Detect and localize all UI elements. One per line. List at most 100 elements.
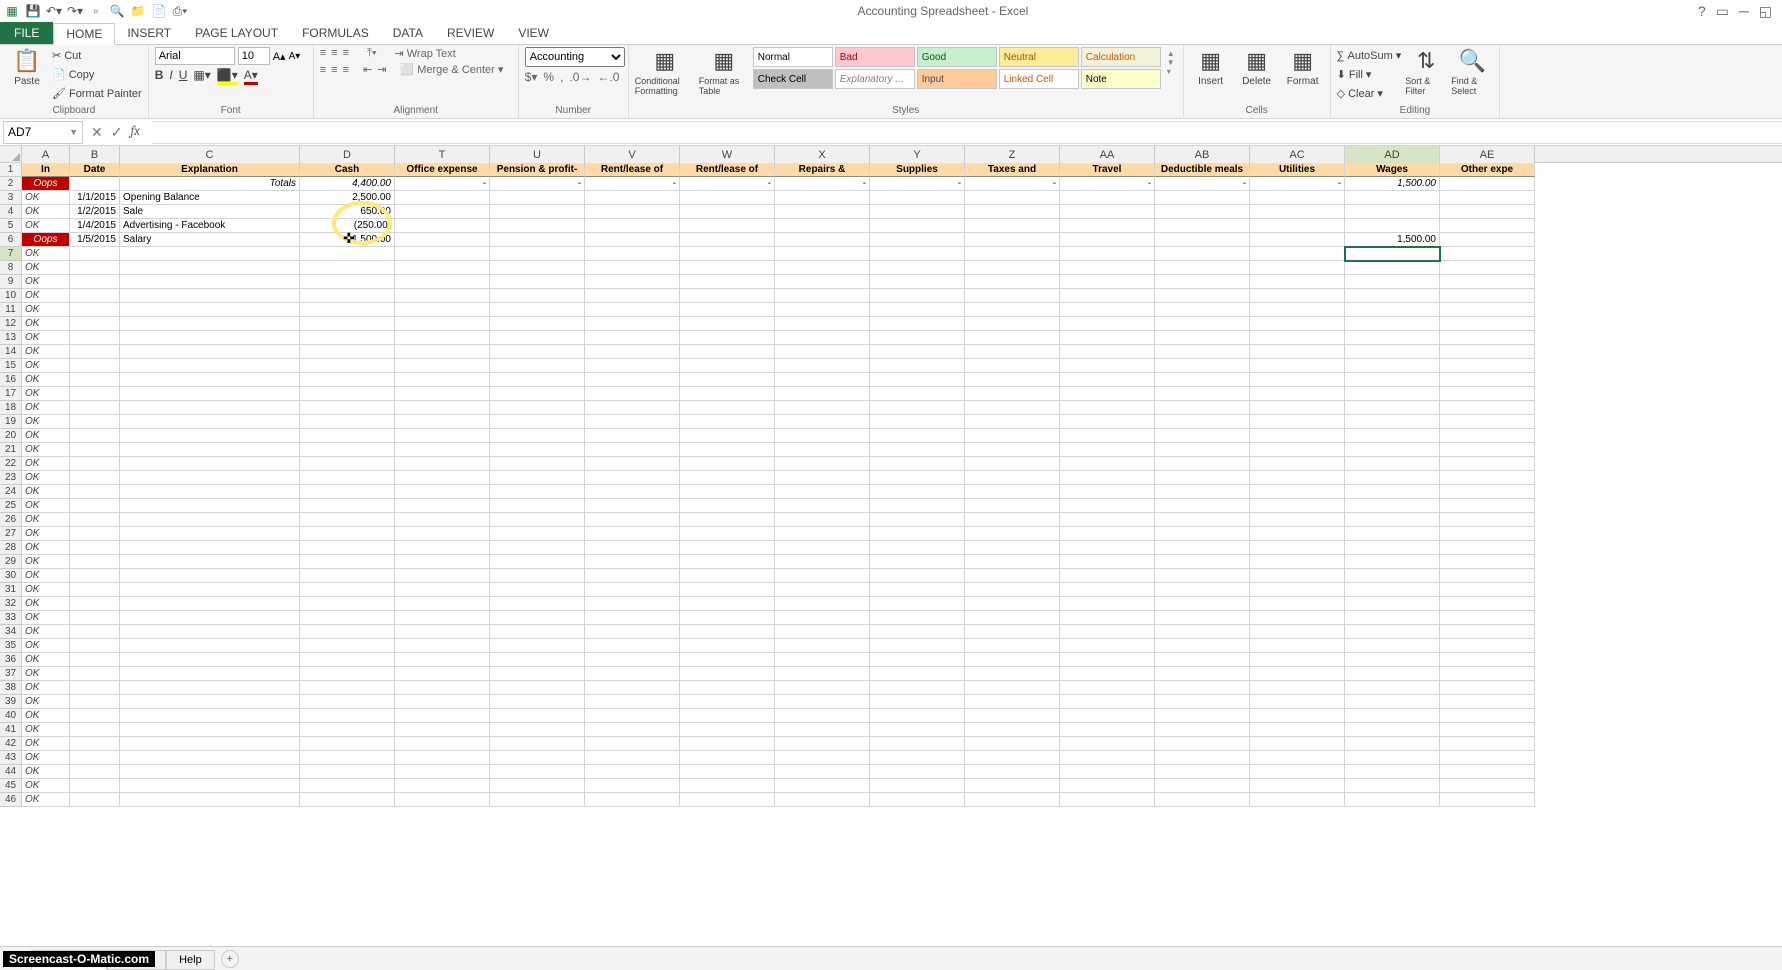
select-all-corner[interactable]: [0, 146, 22, 163]
cell[interactable]: [395, 373, 490, 387]
cell[interactable]: OK: [22, 345, 70, 359]
cell[interactable]: OK: [22, 359, 70, 373]
cell[interactable]: [395, 205, 490, 219]
cell[interactable]: [1250, 261, 1345, 275]
cell[interactable]: [870, 779, 965, 793]
cell[interactable]: [775, 499, 870, 513]
cell[interactable]: [120, 527, 300, 541]
cell[interactable]: [1060, 653, 1155, 667]
cell[interactable]: [870, 527, 965, 541]
cell[interactable]: [490, 569, 585, 583]
cell[interactable]: OK: [22, 625, 70, 639]
col-header[interactable]: T: [395, 146, 490, 163]
cell[interactable]: [1345, 695, 1440, 709]
cell[interactable]: [1155, 191, 1250, 205]
cell[interactable]: [585, 303, 680, 317]
cell[interactable]: [120, 583, 300, 597]
cell[interactable]: [490, 541, 585, 555]
cell[interactable]: [1155, 765, 1250, 779]
cell[interactable]: [775, 653, 870, 667]
cell[interactable]: OK: [22, 415, 70, 429]
cell[interactable]: [965, 695, 1060, 709]
cell[interactable]: [1155, 443, 1250, 457]
cell[interactable]: [1250, 723, 1345, 737]
cell[interactable]: [395, 681, 490, 695]
row-header[interactable]: 8: [0, 261, 22, 275]
cell[interactable]: [1250, 709, 1345, 723]
cell[interactable]: [120, 723, 300, 737]
cell[interactable]: [120, 555, 300, 569]
row-header[interactable]: 13: [0, 331, 22, 345]
cell[interactable]: [1250, 653, 1345, 667]
cell[interactable]: [1345, 289, 1440, 303]
cell[interactable]: [1440, 317, 1535, 331]
col-header[interactable]: AD: [1345, 146, 1440, 163]
fx-icon[interactable]: fx: [130, 124, 144, 141]
cell[interactable]: [965, 597, 1060, 611]
cell[interactable]: [965, 415, 1060, 429]
cell[interactable]: [300, 471, 395, 485]
cell[interactable]: [1060, 443, 1155, 457]
cell[interactable]: [680, 709, 775, 723]
cell[interactable]: [1060, 513, 1155, 527]
cell[interactable]: [1250, 289, 1345, 303]
cell[interactable]: [1345, 331, 1440, 345]
cell[interactable]: [300, 541, 395, 555]
cell[interactable]: [300, 765, 395, 779]
cell[interactable]: [775, 695, 870, 709]
cell[interactable]: [395, 275, 490, 289]
cell[interactable]: [1440, 709, 1535, 723]
cell[interactable]: [1345, 191, 1440, 205]
cell[interactable]: [1060, 751, 1155, 765]
cell[interactable]: [1155, 345, 1250, 359]
cell[interactable]: [300, 387, 395, 401]
col-header[interactable]: D: [300, 146, 395, 163]
cell[interactable]: [870, 457, 965, 471]
cell[interactable]: [1060, 723, 1155, 737]
cell[interactable]: [1345, 751, 1440, 765]
cell[interactable]: [120, 275, 300, 289]
cell[interactable]: 1/4/2015: [70, 219, 120, 233]
cell[interactable]: [680, 597, 775, 611]
cell[interactable]: [70, 779, 120, 793]
cell[interactable]: OK: [22, 499, 70, 513]
cell[interactable]: [870, 751, 965, 765]
cell[interactable]: [775, 597, 870, 611]
cell[interactable]: [1155, 401, 1250, 415]
sort-filter-button[interactable]: ⇅Sort & Filter: [1405, 47, 1447, 96]
cell[interactable]: [490, 583, 585, 597]
cell[interactable]: [1060, 639, 1155, 653]
style-normal[interactable]: Normal: [753, 47, 833, 67]
row-header[interactable]: 42: [0, 737, 22, 751]
cell[interactable]: [490, 387, 585, 401]
cell[interactable]: [490, 485, 585, 499]
increase-decimal-icon[interactable]: .0→: [569, 70, 591, 84]
cell[interactable]: [1155, 247, 1250, 261]
col-header[interactable]: A: [22, 146, 70, 163]
cell[interactable]: [1250, 331, 1345, 345]
cell[interactable]: 4,400.00: [300, 177, 395, 191]
cell[interactable]: [585, 275, 680, 289]
cell[interactable]: [70, 765, 120, 779]
cell[interactable]: [680, 457, 775, 471]
cell[interactable]: [1060, 667, 1155, 681]
cell[interactable]: [1155, 639, 1250, 653]
cell[interactable]: [1250, 569, 1345, 583]
cell[interactable]: [490, 681, 585, 695]
cell[interactable]: [490, 779, 585, 793]
cell[interactable]: [1250, 779, 1345, 793]
cell[interactable]: OK: [22, 303, 70, 317]
cell[interactable]: [300, 275, 395, 289]
cell[interactable]: [395, 415, 490, 429]
cell[interactable]: [870, 345, 965, 359]
cell[interactable]: [965, 275, 1060, 289]
cell[interactable]: [1060, 541, 1155, 555]
row-header[interactable]: 34: [0, 625, 22, 639]
cell[interactable]: [585, 555, 680, 569]
ribbon-options-icon[interactable]: ▭: [1716, 3, 1729, 20]
cell[interactable]: [775, 457, 870, 471]
cell[interactable]: [395, 387, 490, 401]
cell[interactable]: [70, 345, 120, 359]
cell[interactable]: [1345, 261, 1440, 275]
cell[interactable]: [395, 653, 490, 667]
